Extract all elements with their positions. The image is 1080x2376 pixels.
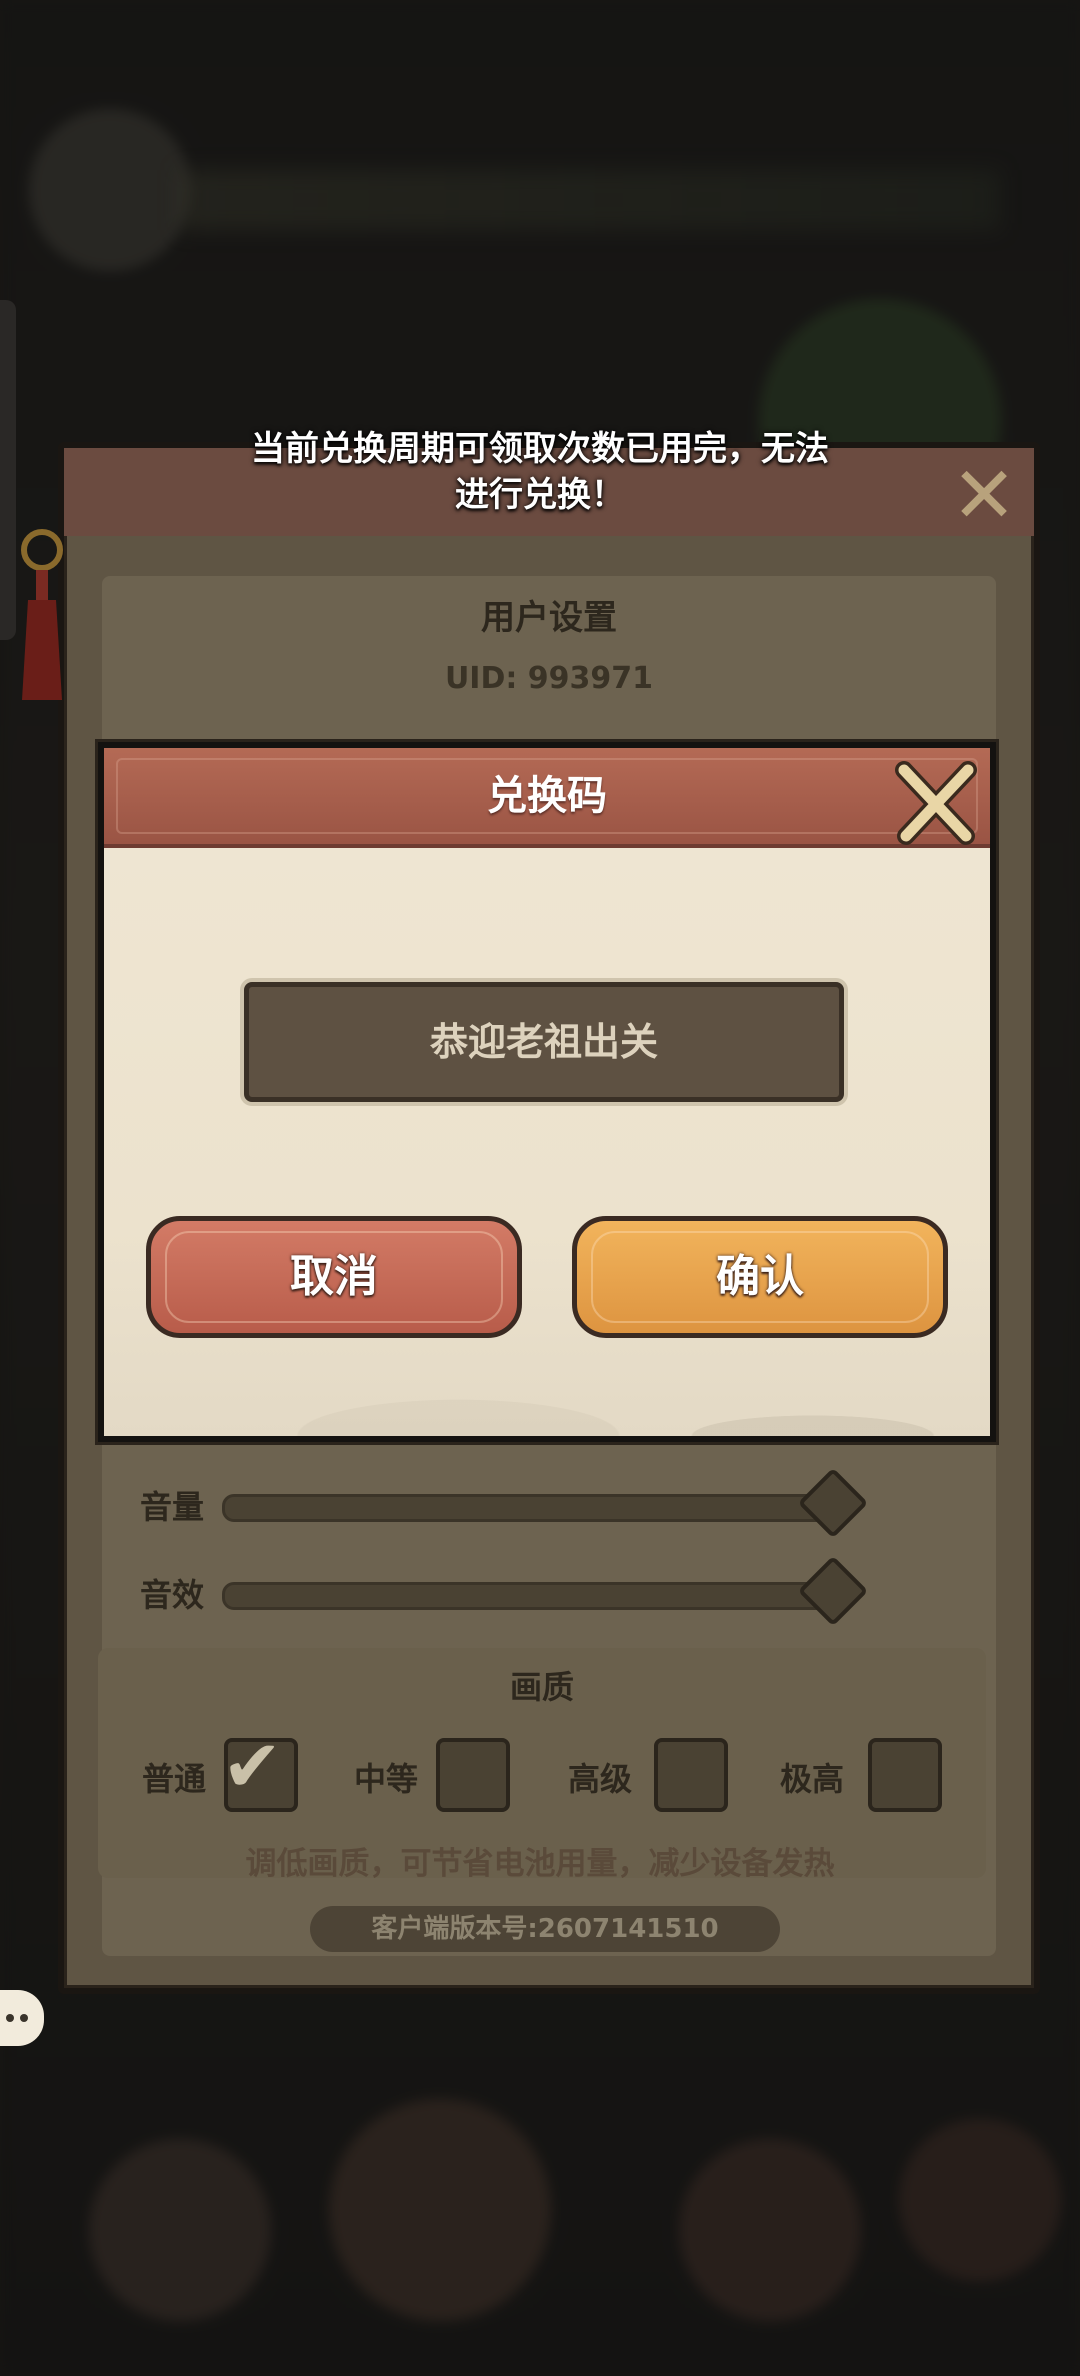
quality-checkbox[interactable] [868, 1738, 942, 1812]
toast-line-1: 当前兑换周期可领取次数已用完，无法 [251, 429, 829, 469]
redeem-title: 兑换码 [487, 773, 607, 819]
sfx-slider-row: 音效 [140, 1555, 900, 1627]
redeem-code-input[interactable]: 恭迎老祖出关 [244, 982, 844, 1102]
volume-slider-thumb[interactable] [797, 1467, 869, 1539]
uid-label: UID: 993971 [444, 661, 654, 696]
toast-line-2: 进行兑换！ [455, 475, 625, 515]
sfx-slider-thumb[interactable] [797, 1555, 869, 1627]
client-version: 客户端版本号:2607141510 [310, 1906, 780, 1952]
quality-option-label: 中等 [354, 1760, 419, 1798]
close-icon[interactable] [890, 756, 980, 846]
quality-option-label: 高级 [568, 1760, 633, 1798]
checkmark-icon: ✔ [222, 1724, 283, 1808]
quality-title: 画质 [509, 1668, 574, 1706]
redeem-dialog: 兑换码 恭迎老祖出关 取消 确认 [98, 742, 996, 1442]
volume-slider-row: 音量 [140, 1467, 900, 1539]
quality-option-label: 普通 [142, 1760, 207, 1798]
quality-note: 调低画质，可节省电池用量，减少设备发热 [245, 1846, 835, 1882]
mountain-decoration [104, 1316, 990, 1436]
volume-label: 音量 [140, 1488, 205, 1526]
quality-option-label: 极高 [780, 1760, 845, 1798]
quality-checkbox[interactable]: ✔ [222, 1724, 298, 1812]
settings-close-icon[interactable]: ✕ [944, 456, 1024, 536]
tassel-icon [21, 529, 63, 700]
volume-slider[interactable] [222, 1494, 828, 1522]
user-settings-title: 用户设置 [481, 598, 617, 638]
sfx-label: 音效 [140, 1576, 205, 1614]
quality-checkbox[interactable] [436, 1738, 510, 1812]
sfx-slider[interactable] [222, 1582, 828, 1610]
toast-message: 当前兑换周期可领取次数已用完，无法 进行兑换！ [160, 426, 920, 518]
quality-checkbox[interactable] [654, 1738, 728, 1812]
